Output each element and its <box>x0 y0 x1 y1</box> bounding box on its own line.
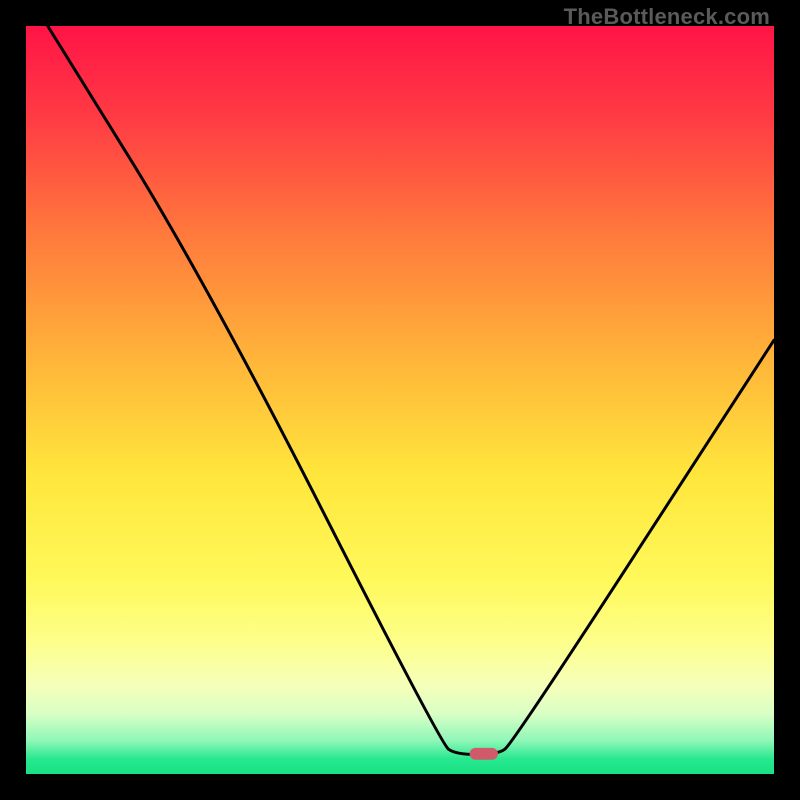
chart-svg <box>26 26 774 774</box>
optimal-marker <box>470 748 498 760</box>
chart-plot-area <box>26 26 774 774</box>
chart-frame: TheBottleneck.com <box>0 0 800 800</box>
